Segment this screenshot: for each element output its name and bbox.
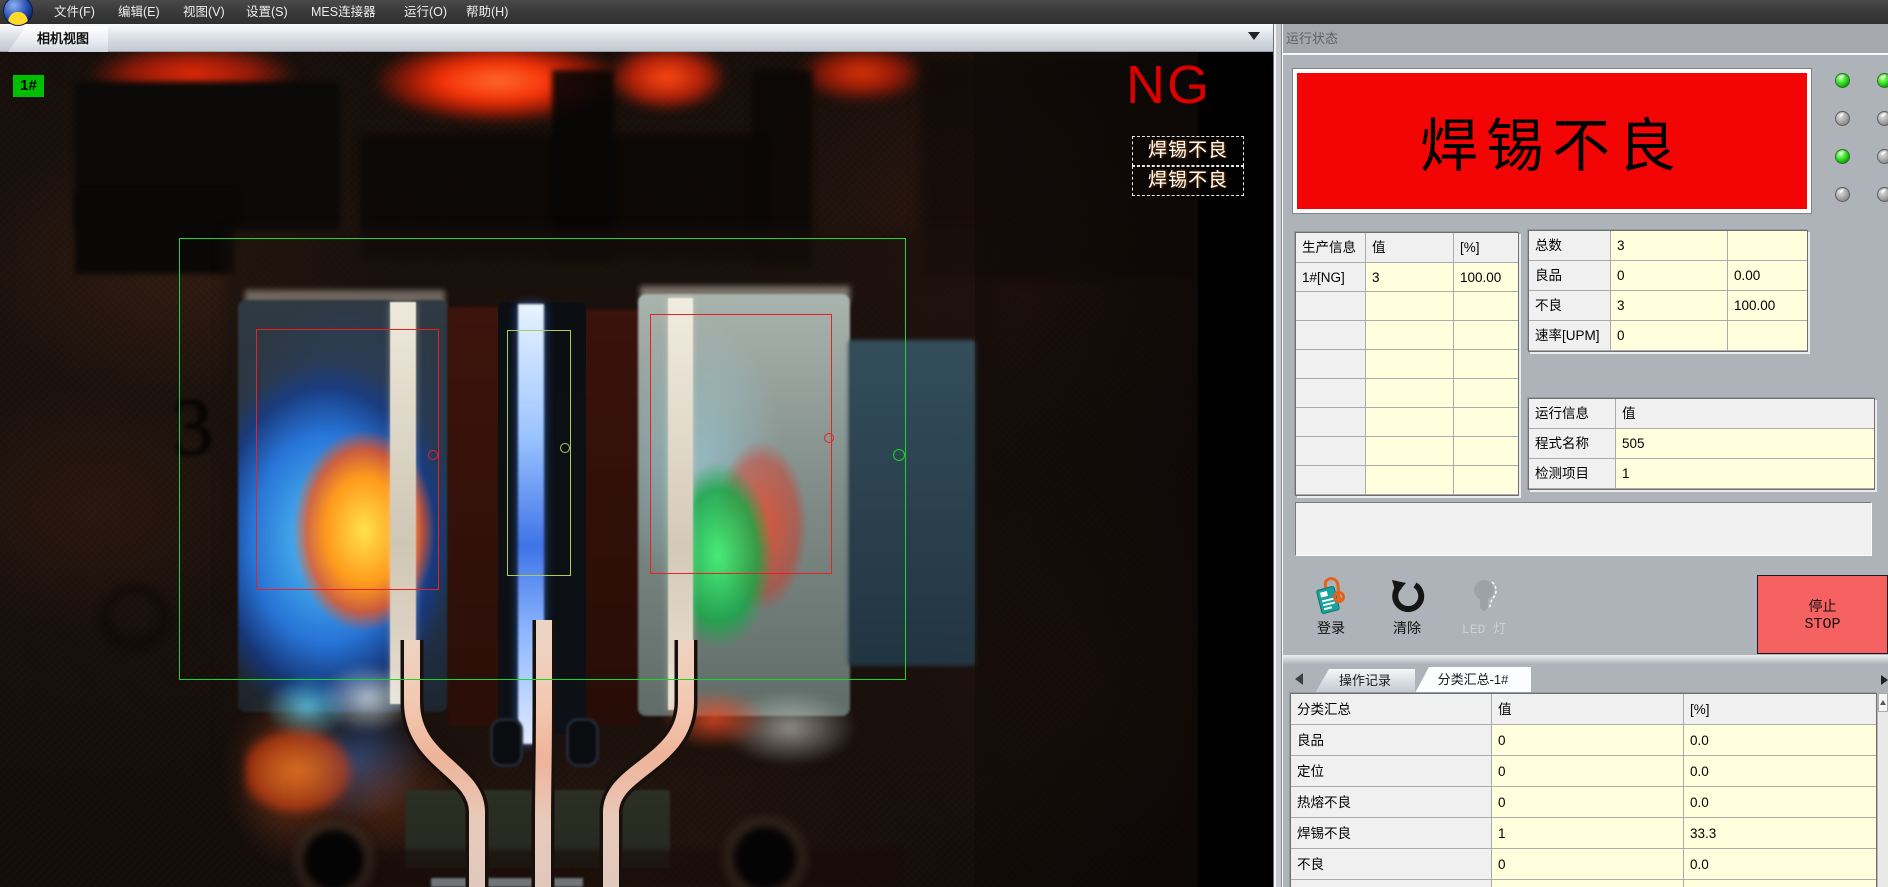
table-row [1296, 350, 1518, 379]
clear-button-label: 清除 [1376, 618, 1438, 638]
arrow-left-icon[interactable] [1295, 673, 1303, 685]
column-header: [%] [1454, 233, 1518, 263]
app-window: 文件(F) 编辑(E) 视图(V) 设置(S) MES连接器 运行(O) 帮助(… [0, 0, 1888, 887]
status-message-box [1295, 502, 1872, 556]
status-led-off [1835, 187, 1850, 202]
chevron-down-icon[interactable] [1248, 32, 1260, 40]
defect-label: 焊锡不良 [1132, 136, 1244, 166]
menu-mes-connector[interactable]: MES连接器 [305, 0, 382, 24]
table-row: 热熔不良 0 0.0 [1291, 787, 1876, 818]
table-row: 良品 0 0.00 [1529, 261, 1807, 291]
table-row [1296, 379, 1518, 408]
roi-handle-circle [824, 433, 834, 443]
led-light-button[interactable]: LED 灯 [1453, 576, 1515, 662]
mold-mark [100, 584, 170, 650]
column-header: 值 [1616, 399, 1874, 429]
status-led-off [1877, 149, 1888, 164]
record-tab-bar: 操作记录 分类汇总-1# [1283, 665, 1888, 693]
table-row [1296, 466, 1518, 495]
menu-edit[interactable]: 编辑(E) [112, 0, 166, 24]
roi-rect-defect-left [256, 329, 439, 590]
production-info-table: 生产信息 值 [%] 1#[NG] 3 100.00 [1295, 232, 1519, 496]
table-row: 检测项目 1 [1529, 459, 1874, 489]
panel-caption: 运行状态 [1283, 24, 1888, 53]
column-header: [%] [1684, 694, 1876, 725]
camera-index-badge: 1# [13, 75, 44, 97]
status-led-off [1835, 111, 1850, 126]
roi-rect-defect-right [650, 314, 832, 574]
menu-view[interactable]: 视图(V) [177, 0, 231, 24]
table-row: 焊锡不良 1 33.3 [1291, 818, 1876, 849]
summary-table-scrollbar[interactable] [1877, 693, 1888, 887]
login-button[interactable]: 登录 [1300, 576, 1362, 662]
classification-summary-table: 分类汇总 值 [%] 良品 0 0.0 定位 0 0.0 热熔不良 0 0.0 … [1290, 693, 1877, 887]
lightbulb-icon [1465, 576, 1503, 616]
status-led-on [1835, 73, 1850, 88]
run-info-table: 运行信息 值 程式名称 505 检测项目 1 [1528, 398, 1875, 490]
tab-classification-summary[interactable]: 分类汇总-1# [1415, 667, 1531, 693]
roi-handle-circle [560, 443, 570, 453]
roi-handle-circle [428, 450, 438, 460]
id-badge-icon [1312, 576, 1350, 616]
chevron-up-icon[interactable] [1878, 693, 1888, 712]
table-row: 定位 0 0.0 [1291, 756, 1876, 787]
status-led-off [1877, 187, 1888, 202]
table-row: 不良 3 100.00 [1529, 291, 1807, 321]
roi-rect-middle [507, 330, 571, 576]
column-header: 运行信息 [1529, 399, 1616, 429]
table-header-row: 运行信息 值 [1529, 399, 1874, 429]
column-header: 值 [1492, 694, 1684, 725]
table-row: 良品 0 0.0 [1291, 725, 1876, 756]
defect-label: 焊锡不良 [1132, 166, 1244, 196]
status-led-on [1835, 149, 1850, 164]
section-divider [1283, 655, 1888, 665]
totals-table: 总数 3 良品 0 0.00 不良 3 100.00 速率[UPM] 0 [1528, 230, 1808, 352]
table-row [1296, 408, 1518, 437]
table-row [1296, 437, 1518, 466]
led-button-label: LED 灯 [1453, 618, 1515, 637]
menu-run[interactable]: 运行(O) [398, 0, 453, 24]
reset-circular-arrow-icon [1388, 576, 1426, 616]
stop-button-label-cn: 停止 [1809, 596, 1837, 616]
menu-help[interactable]: 帮助(H) [460, 0, 514, 24]
table-row [1291, 880, 1876, 887]
status-led-on [1877, 73, 1888, 88]
table-header-row: 分类汇总 值 [%] [1291, 694, 1876, 725]
caption-divider [1283, 53, 1888, 55]
clear-button[interactable]: 清除 [1376, 576, 1438, 662]
result-banner-text: 焊锡不良 [1420, 99, 1684, 183]
column-header: 生产信息 [1296, 233, 1366, 263]
panel-splitter[interactable] [1273, 24, 1283, 887]
login-button-label: 登录 [1300, 618, 1362, 638]
roi-handle-circle [893, 449, 905, 461]
tab-operation-log[interactable]: 操作记录 [1315, 669, 1415, 693]
menu-bar: 文件(F) 编辑(E) 视图(V) 设置(S) MES连接器 运行(O) 帮助(… [0, 0, 1888, 24]
run-status-panel: 运行状态 焊锡不良 生产信息 值 [%] 1#[NG] 3 100.00 [1283, 24, 1888, 887]
arrow-right-icon[interactable] [1881, 675, 1888, 685]
result-banner: 焊锡不良 [1297, 73, 1807, 209]
result-banner-frame: 焊锡不良 [1292, 68, 1812, 214]
table-row [1296, 321, 1518, 350]
table-row: 不良 0 0.0 [1291, 849, 1876, 880]
table-row: 程式名称 505 [1529, 429, 1874, 459]
column-header: 分类汇总 [1291, 694, 1492, 725]
stop-button-label-en: STOP [1804, 616, 1840, 633]
status-led-off [1877, 111, 1888, 126]
camera-tab-bar: 相机视图 [0, 24, 1273, 52]
camera-view-area[interactable]: 3 [0, 52, 1273, 887]
table-row [1296, 292, 1518, 321]
column-header: 值 [1366, 233, 1454, 263]
table-row: 速率[UPM] 0 [1529, 321, 1807, 351]
table-header-row: 生产信息 值 [%] [1296, 233, 1518, 263]
inspection-result-text: NG [1126, 54, 1211, 116]
menu-settings[interactable]: 设置(S) [240, 0, 294, 24]
tab-camera-view[interactable]: 相机视图 [8, 26, 108, 52]
menu-file[interactable]: 文件(F) [48, 0, 101, 24]
table-row: 总数 3 [1529, 231, 1807, 261]
table-row: 1#[NG] 3 100.00 [1296, 263, 1518, 292]
stop-button[interactable]: 停止 STOP [1757, 575, 1888, 654]
